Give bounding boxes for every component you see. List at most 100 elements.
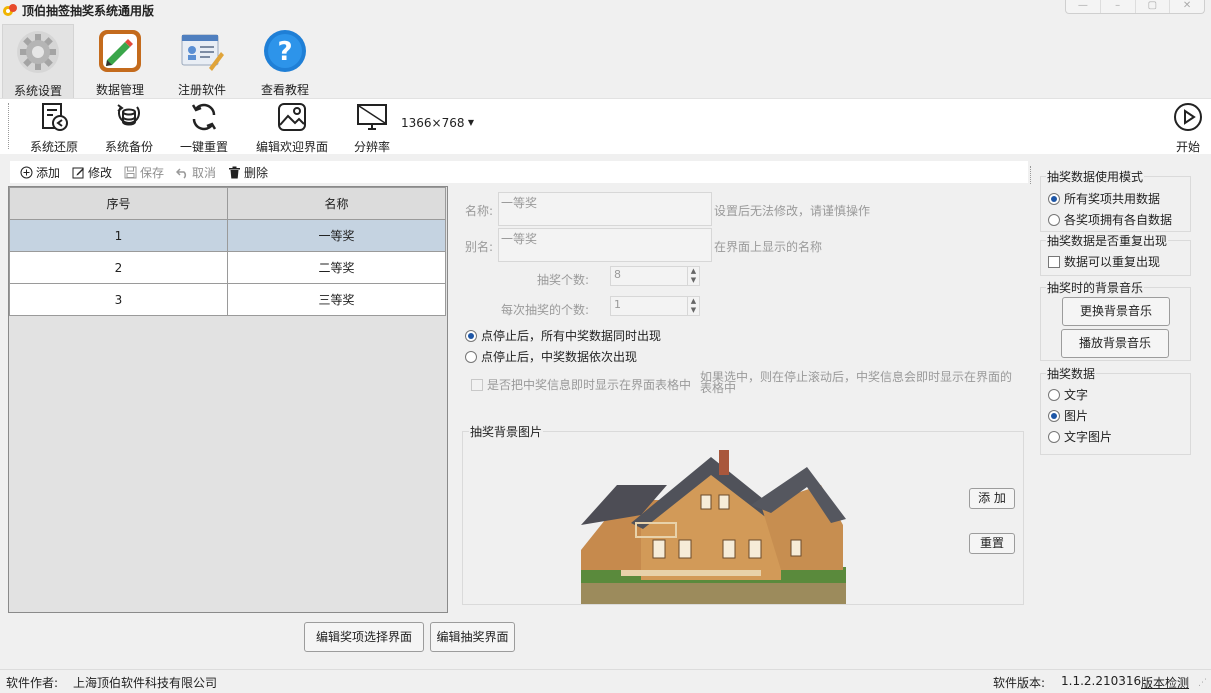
window-title: 顶伯抽签抽奖系统通用版 — [22, 4, 155, 18]
edit-draw-screen-button[interactable]: 编辑抽奖界面 — [430, 622, 515, 652]
help-icon: ? — [264, 30, 306, 72]
system-restore-button[interactable]: 系统还原 — [26, 101, 82, 155]
tab-data-management[interactable]: 数据管理 — [84, 24, 156, 98]
radio-unchecked-icon — [465, 350, 477, 363]
close-button[interactable]: ✕ — [1169, 0, 1204, 13]
tab-system-settings[interactable]: 系统设置 — [2, 24, 74, 98]
data-image-radio[interactable]: 图片 — [1048, 407, 1088, 424]
backup-database-icon — [117, 104, 140, 126]
panel-splitter[interactable] — [1030, 166, 1031, 184]
cell-name[interactable]: 三等奖 — [227, 283, 446, 316]
version-check-link[interactable]: 版本检测 — [1141, 674, 1189, 691]
repeat-label: 数据可以重复出现 — [1064, 255, 1161, 269]
edit-button[interactable]: 修改 — [72, 164, 112, 181]
spin-arrows-icon[interactable]: ▲ ▼ — [687, 297, 699, 315]
one-key-reset-button[interactable]: 一键重置 — [176, 101, 232, 155]
cancel-button[interactable]: 取消 — [176, 164, 216, 181]
per-draw-stepper[interactable]: 1 ▲ ▼ — [610, 296, 700, 316]
image-icon — [278, 103, 306, 131]
version-value: 1.1.2.210316 — [1061, 674, 1142, 688]
author-value: 上海顶伯软件科技有限公司 — [73, 676, 218, 690]
usage-shared-radio[interactable]: 所有奖项共用数据 — [1048, 190, 1160, 207]
resolution-icon — [357, 104, 387, 130]
cell-number[interactable]: 3 — [9, 283, 228, 316]
toolbar: 系统还原 系统备份 一键重置 编辑欢迎界面 分辨率 1366×768 ▼ 开始 — [0, 98, 1211, 154]
edit-icon — [72, 167, 84, 179]
column-header-name[interactable]: 名称 — [227, 187, 446, 220]
chevron-down-icon: ▼ — [467, 118, 474, 127]
toolbar-label: 开始 — [1175, 140, 1200, 154]
resolution-button[interactable]: 分辨率 — [350, 101, 394, 155]
plus-circle-icon — [20, 166, 33, 179]
per-draw-label: 每次抽奖的个数: — [501, 303, 590, 317]
restore-icon — [42, 103, 68, 131]
data-image-label: 图片 — [1064, 409, 1089, 423]
start-button[interactable]: 开始 — [1170, 101, 1206, 155]
spin-arrows-icon[interactable]: ▲ ▼ — [687, 267, 699, 285]
gear-icon — [17, 31, 59, 73]
name-hint: 设置后无法修改，请谨慎操作 — [714, 204, 871, 218]
data-text-image-label: 文字图片 — [1064, 430, 1113, 444]
table-row[interactable]: 1 一等奖 — [9, 219, 446, 252]
mode-sequential-radio[interactable]: 点停止后，中奖数据依次出现 — [465, 348, 637, 365]
cell-number[interactable]: 2 — [9, 251, 228, 284]
cell-name[interactable]: 二等奖 — [227, 251, 446, 284]
prize-table[interactable]: 序号 名称 1 一等奖 2 二等奖 3 三等奖 — [8, 186, 448, 613]
window-extra-button[interactable]: — — [1066, 0, 1100, 13]
title-bar: 顶伯抽签抽奖系统通用版 — – ▢ ✕ — [0, 0, 1211, 20]
register-card-icon — [181, 34, 224, 71]
toolbar-label: 编辑欢迎界面 — [255, 140, 328, 154]
background-reset-button[interactable]: 重置 — [969, 533, 1015, 554]
save-button[interactable]: 保存 — [124, 164, 164, 181]
radio-checked-icon — [1048, 409, 1060, 422]
save-label: 保存 — [140, 166, 165, 180]
count-stepper[interactable]: 8 ▲ ▼ — [610, 266, 700, 286]
edit-welcome-button[interactable]: 编辑欢迎界面 — [252, 101, 332, 155]
count-value: 8 — [614, 268, 621, 281]
repeat-checkbox[interactable]: 数据可以重复出现 — [1048, 253, 1160, 270]
name-field[interactable]: 一等奖 — [498, 192, 712, 226]
tab-view-tutorial[interactable]: ? 查看教程 — [249, 24, 321, 98]
count-label: 抽奖个数: — [537, 273, 590, 287]
cell-number[interactable]: 1 — [9, 219, 228, 252]
cell-name[interactable]: 一等奖 — [227, 219, 446, 252]
show-in-table-hint: 如果选中，则在停止滚动后，中奖信息会即时显示在界面的表格中 — [700, 370, 1013, 395]
edit-prize-select-screen-button[interactable]: 编辑奖项选择界面 — [304, 622, 424, 652]
table-row[interactable]: 2 二等奖 — [9, 251, 446, 284]
delete-button[interactable]: 删除 — [228, 164, 268, 181]
per-draw-value: 1 — [614, 298, 621, 311]
tab-label: 注册软件 — [177, 83, 226, 97]
play-music-button[interactable]: 播放背景音乐 — [1061, 329, 1169, 358]
tab-label: 数据管理 — [95, 83, 144, 97]
minimize-button[interactable]: – — [1099, 0, 1135, 13]
data-text-image-radio[interactable]: 文字图片 — [1048, 428, 1112, 445]
repeat-title: 抽奖数据是否重复出现 — [1046, 232, 1169, 249]
data-edit-icon — [99, 30, 141, 72]
data-text-radio[interactable]: 文字 — [1048, 386, 1088, 403]
save-icon — [124, 166, 137, 179]
maximize-button[interactable]: ▢ — [1134, 0, 1170, 13]
add-button[interactable]: 添加 — [20, 164, 60, 181]
cancel-label: 取消 — [192, 166, 217, 180]
crud-toolbar: 添加 修改 保存 取消 删除 — [10, 161, 1028, 183]
mode-all-label: 点停止后，所有中奖数据同时出现 — [481, 329, 662, 343]
house-background-image — [581, 445, 846, 604]
show-in-table-label: 是否把中奖信息即时显示在界面表格中 — [487, 378, 692, 392]
toolbar-grip[interactable] — [8, 103, 10, 149]
table-row[interactable]: 3 三等奖 — [9, 283, 446, 316]
usage-own-radio[interactable]: 各奖项拥有各自数据 — [1048, 211, 1172, 228]
undo-icon — [176, 168, 187, 179]
column-header-number[interactable]: 序号 — [9, 187, 228, 220]
resolution-select[interactable]: 1366×768 ▼ — [400, 115, 480, 133]
tab-register-software[interactable]: 注册软件 — [166, 24, 238, 98]
show-in-table-checkbox[interactable]: 是否把中奖信息即时显示在界面表格中 — [471, 376, 691, 393]
name-label: 名称: — [465, 204, 494, 218]
resize-grip-icon[interactable]: ⋰ — [1198, 678, 1207, 688]
background-add-button[interactable]: 添 加 — [969, 488, 1015, 509]
change-music-button[interactable]: 更换背景音乐 — [1062, 297, 1170, 326]
checkbox-icon — [471, 378, 483, 391]
mode-all-radio[interactable]: 点停止后，所有中奖数据同时出现 — [465, 327, 661, 344]
system-backup-button[interactable]: 系统备份 — [101, 101, 157, 155]
alias-field[interactable]: 一等奖 — [498, 228, 712, 262]
ribbon-tabs: 系统设置 数据管理 注册软件 ? 查看教程 — [0, 20, 1211, 98]
